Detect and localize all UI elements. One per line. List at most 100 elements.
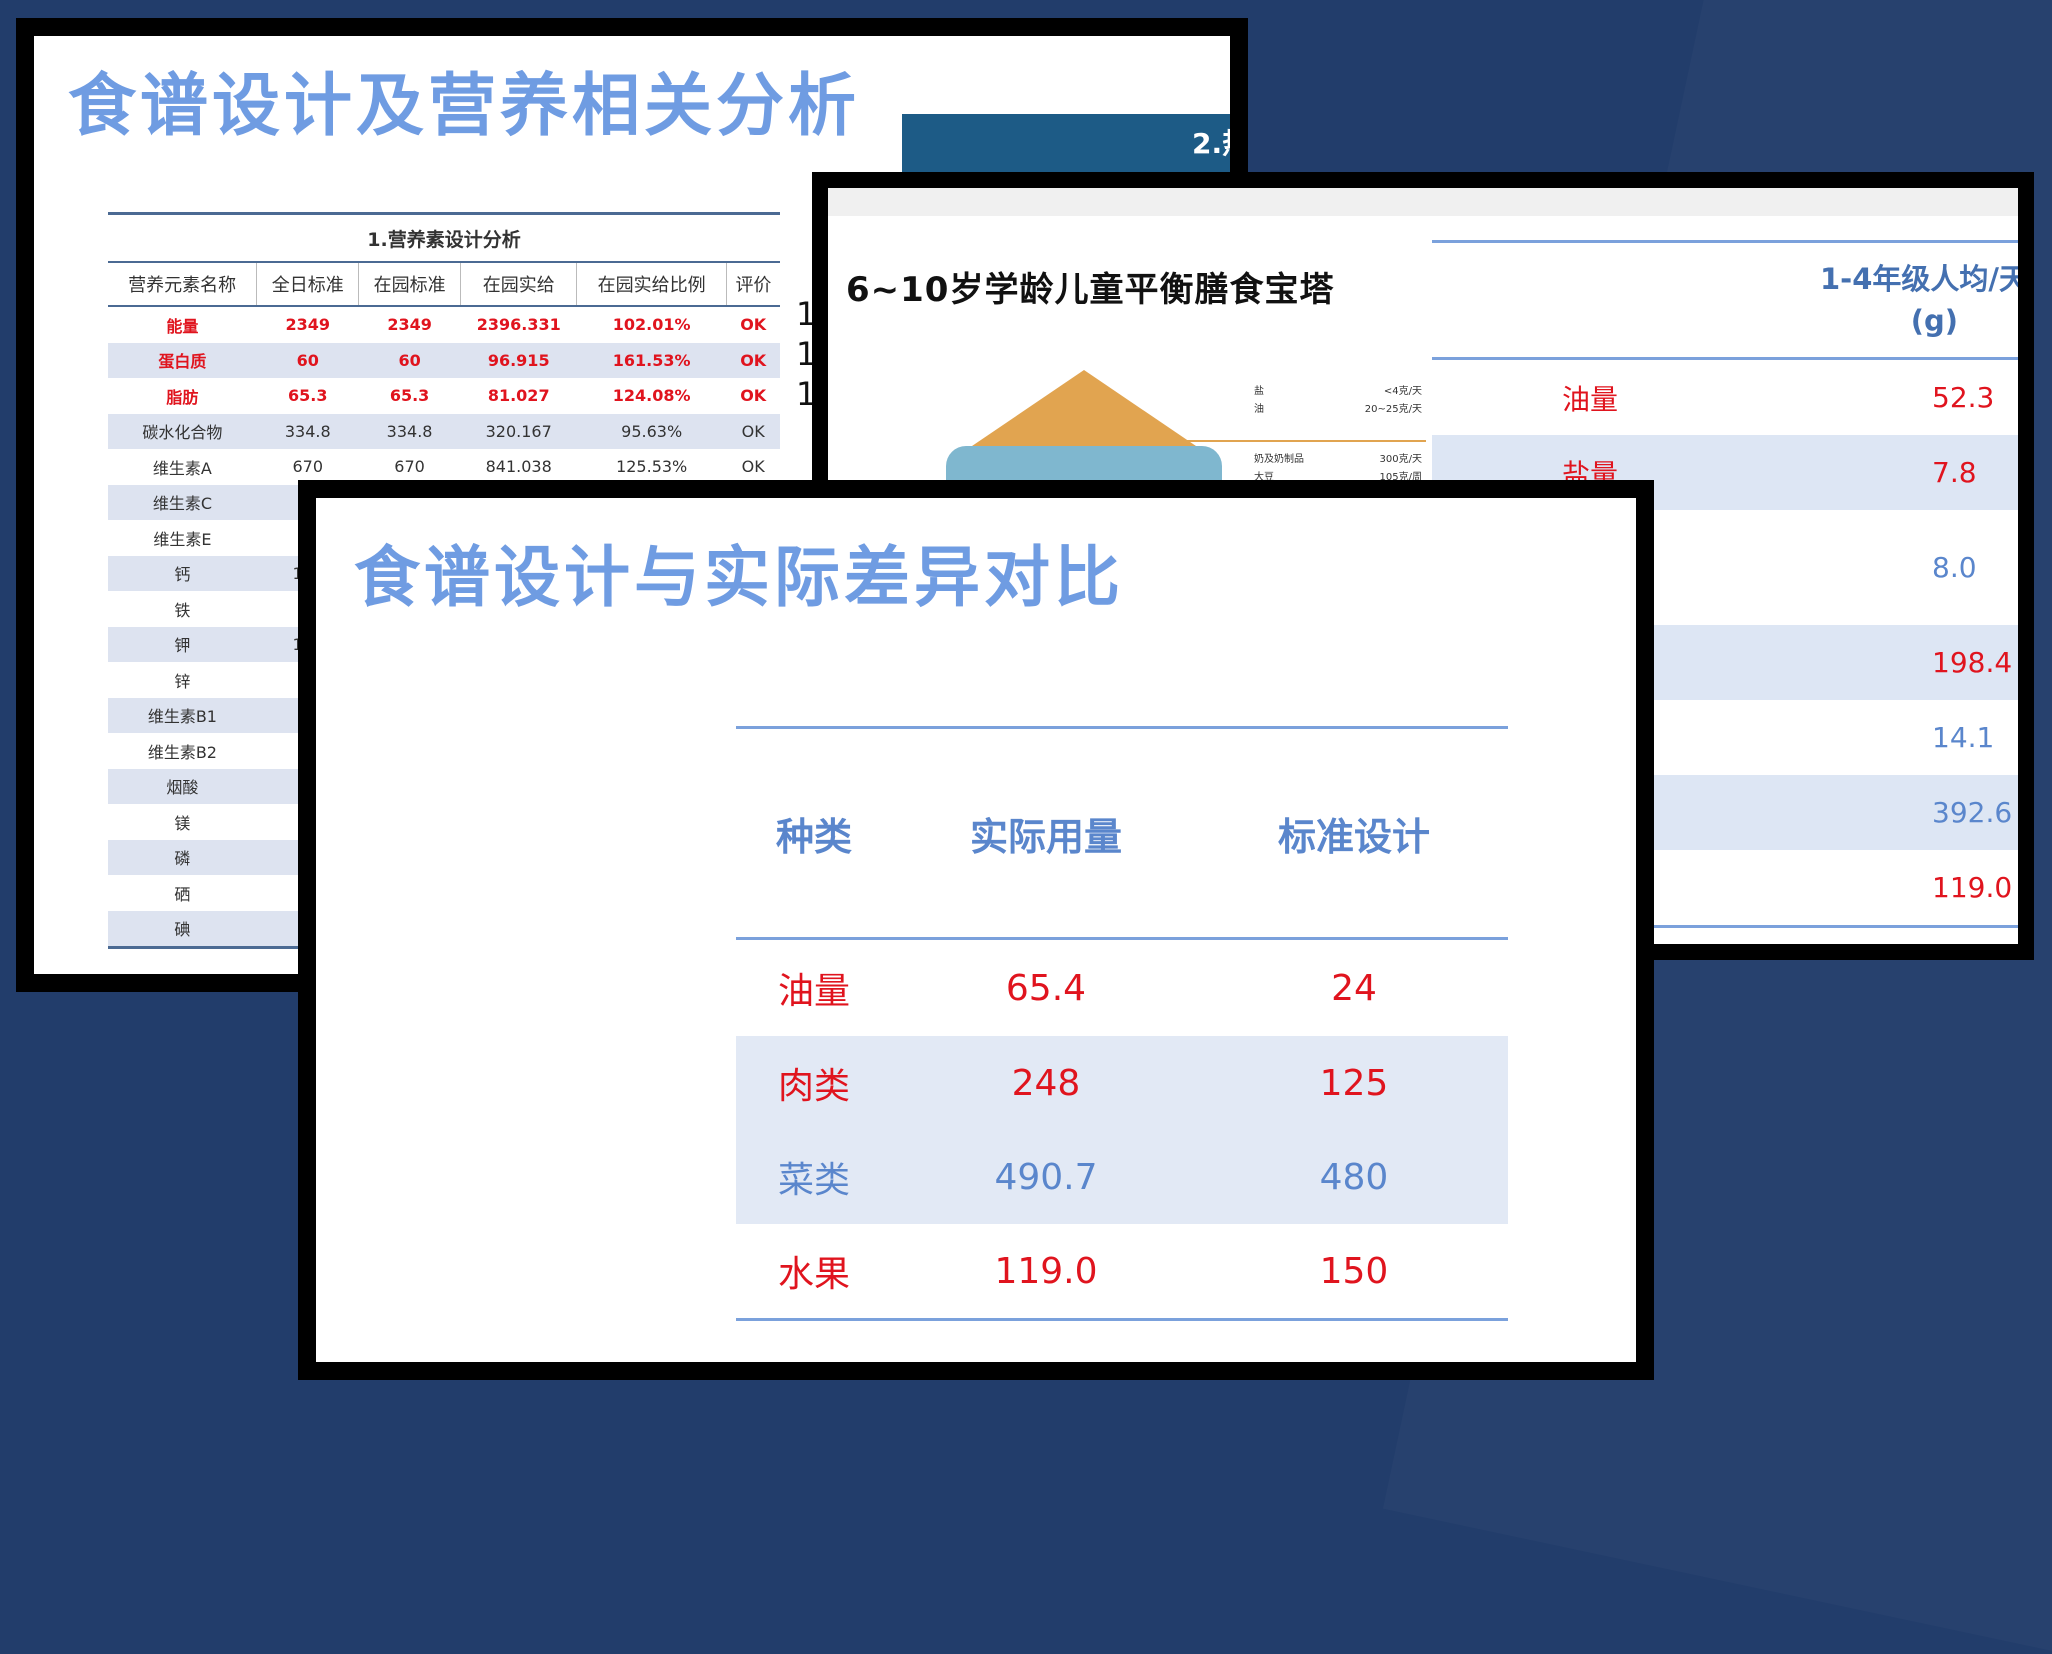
column-header: 实际用量 [892,726,1200,940]
slide-title: 食谱设计及营养相关分析 [68,67,861,146]
column-header: 种类 [736,726,892,940]
row-value: 52.3 [1932,381,1995,414]
table-cell: 124.08% [612,386,691,406]
table-cell: 65.3 [287,386,328,406]
table-row: 水果 119.0 150 [736,1224,1508,1321]
table-cell: 硒 [174,884,191,904]
table-cell: 维生素C [108,484,257,520]
table-cell: 65.4 [1005,967,1087,1009]
table-cell: 菜类 [736,1130,892,1224]
row-value: 8.0 [1932,551,1977,584]
table-cell: 烟酸 [108,768,257,804]
pyramid-row: 盐 <4克/天 [1254,382,1422,397]
table-cell: 水果 [736,1224,892,1321]
table-cell: 248 [892,1036,1200,1130]
table-row: 油量 52.3 [1432,359,2018,436]
table-row: 碳水化合物 334.8 334.8 320.167 95.63% OK [108,413,780,449]
table-cell: 维生素E [153,529,212,549]
table-cell: 81.027 [487,386,550,406]
comparison-table: 种类 实际用量 标准设计 油量 65.4 24 肉类 248 125 菜类 490.7 480 水… [736,726,1508,1321]
row-value: 198.4 [1762,625,2018,700]
table-cell: 镁 [174,813,191,833]
row-name: 油量 [1562,382,1619,416]
pyramid-row-value: <4克/天 [1383,386,1422,397]
pyramid-row: 油 20~25克/天 [1254,400,1422,415]
table-cell: 油量 [777,971,850,1012]
pyramid-row-label: 油 [1254,404,1264,415]
per-capita-header-line: (g) [1910,304,1958,338]
table-cell: 150 [1199,1224,1508,1321]
pyramid-roof-icon [972,370,1196,446]
slide-title: 食谱设计与实际差异对比 [354,539,1124,616]
pyramid-row-label: 奶及奶制品 [1254,454,1304,465]
table-cell: 钙 [108,555,257,591]
slide-top-strip [828,188,2018,216]
column-header: 营养元素名称 [108,261,258,307]
table-cell: 磷 [108,839,257,875]
pyramid-row-value: 300克/天 [1379,454,1422,465]
section-header-label: 2.热 [1192,127,1248,160]
table-row: 菜类 490.7 480 [736,1130,1508,1224]
table-cell: 2349 [285,315,330,335]
table-cell: 24 [1331,967,1377,1009]
slide-recipe-comparison[interactable]: 食谱设计与实际差异对比 种类 实际用量 标准设计 油量 65.4 24 肉类 248 12… [298,480,1654,1380]
table-header-row: 营养元素名称 全日标准 在园标准 在园实给 在园实给比例 评价 [108,261,780,307]
table-cell: 334.8 [256,413,359,449]
table-cell: OK [740,386,767,406]
column-header: 在园标准 [358,261,461,307]
table-cell: 60 [256,342,359,378]
table-cell: 96.915 [460,342,577,378]
table-cell: 480 [1199,1130,1508,1224]
table-cell: 肉类 [736,1036,892,1130]
per-capita-header-line: 1-4年级人均/天 [1820,262,2028,296]
table-row: 油量 65.4 24 [736,939,1508,1037]
pyramid-divider [1186,440,1426,442]
table-cell: OK [726,413,780,449]
table-cell: 维生素B1 [108,697,257,733]
table-cell: 碘 [108,910,257,949]
table-cell: 320.167 [460,413,577,449]
table-cell: 161.53% [576,342,727,378]
table-cell: 2396.331 [476,315,561,335]
column-header: 在园实给 [460,261,578,307]
pyramid-row: 奶及奶制品 300克/天 [1254,450,1422,465]
row-value: 14.1 [1932,721,1995,754]
column-header: 在园实给比例 [576,261,727,307]
table-cell: OK [740,315,767,335]
table-row: 脂肪 65.3 65.3 81.027 124.08% OK [108,378,780,414]
row-value: 392.6 [1762,775,2018,850]
row-value: 7.8 [1762,435,2018,510]
table-cell: 119.0 [892,1224,1200,1321]
table-cell: 95.63% [576,413,727,449]
table-cell: 碳水化合物 [108,413,257,449]
table-cell: OK [726,342,780,378]
table-cell: 钾 [108,626,257,662]
table-cell: 60 [358,342,461,378]
table-caption: 1.营养素设计分析 [108,212,780,262]
table-cell: 125 [1199,1036,1508,1130]
table-row: 蛋白质 60 60 96.915 161.53% OK [108,342,780,378]
row-value: 119.0 [1762,850,2018,928]
table-cell: 锌 [174,671,191,691]
table-cell: 2349 [387,315,432,335]
table-cell: 蛋白质 [108,342,257,378]
column-header: 全日标准 [256,261,360,307]
table-cell: 65.3 [389,386,430,406]
column-header: 评价 [726,261,780,307]
table-cell: 铁 [174,600,191,620]
table-row: 能量 2349 2349 2396.331 102.01% OK [108,306,780,343]
table-cell: 490.7 [892,1130,1200,1224]
table-cell: 334.8 [358,413,461,449]
table-row: 肉类 248 125 [736,1036,1508,1130]
column-header: 标准设计 [1199,726,1508,940]
table-header-row: 种类 实际用量 标准设计 [736,726,1508,940]
table-cell: 能量 [166,316,199,336]
per-capita-header: 1-4年级人均/天 (g) [1432,240,2028,360]
table-cell: 维生素B2 [147,742,217,762]
section-header-bar: 2.热 [902,114,1248,172]
pyramid-row-value: 20~25克/天 [1364,404,1422,415]
table-cell: 脂肪 [166,387,199,407]
pyramid-title: 6~10岁学龄儿童平衡膳食宝塔 [846,270,1335,310]
table-cell: 102.01% [612,315,691,335]
pyramid-row-label: 盐 [1254,386,1264,397]
